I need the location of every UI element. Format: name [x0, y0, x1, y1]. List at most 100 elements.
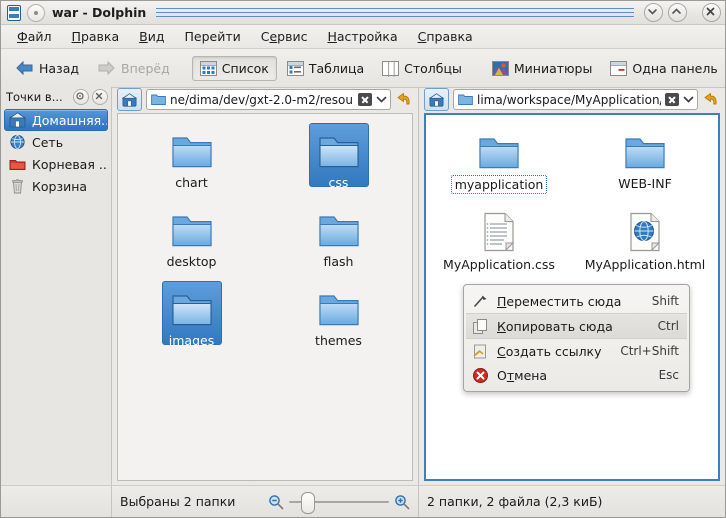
- unshade-button[interactable]: [668, 3, 687, 22]
- undo-icon-right[interactable]: [702, 91, 720, 109]
- places-header: Точки в...: [1, 87, 111, 107]
- status-left: Выбраны 2 папки: [112, 486, 418, 517]
- menu-item-view[interactable]: Вид: [129, 27, 174, 46]
- folder-icon: [315, 126, 363, 170]
- shade-button[interactable]: [644, 3, 663, 22]
- file-label: MyApplication.html: [584, 257, 706, 272]
- menu-label-go: Перейти: [184, 29, 241, 44]
- context-menu-item-link[interactable]: Создать ссылку Ctrl+Shift: [466, 339, 687, 363]
- file-item[interactable]: images: [118, 278, 265, 357]
- folder-icon: [315, 284, 363, 328]
- context-menu-item-cancel[interactable]: Отмена Esc: [466, 363, 687, 387]
- sidebar-label-root: Корневая ...: [32, 156, 108, 172]
- sidebar-label-trash: Корзина: [32, 178, 88, 194]
- sidebar-label-network: Сеть: [32, 134, 64, 150]
- sidebar-item-network[interactable]: Сеть: [4, 131, 108, 153]
- html-file-icon: [621, 208, 669, 252]
- menu-item-help[interactable]: Справка: [408, 27, 483, 46]
- folder-icon: [168, 205, 216, 249]
- url-row-right: lima/workspace/MyApplication/war: [419, 87, 725, 113]
- file-item[interactable]: themes: [265, 278, 412, 357]
- file-label: css: [328, 175, 349, 190]
- url-box-left[interactable]: ne/dima/dev/gxt-2.0-m2/resources: [146, 89, 391, 110]
- file-label: themes: [315, 333, 362, 348]
- places-list: Домашняя... Сеть Корневая ... Корзина: [1, 107, 111, 485]
- menu-bar: Файл Правка Вид Перейти Сервис Настройка…: [1, 25, 725, 49]
- context-menu-item-move[interactable]: Переместить сюда Shift: [466, 289, 687, 313]
- sidebar-label-home: Домашняя...: [32, 112, 108, 128]
- folder-icon-right: [458, 93, 473, 106]
- zoom-controls: [243, 491, 410, 514]
- file-item[interactable]: MyApplication.css: [426, 202, 572, 281]
- file-item[interactable]: desktop: [118, 199, 265, 278]
- file-manager-icon: [5, 4, 23, 22]
- menu-item-go[interactable]: Перейти: [174, 27, 250, 46]
- folder-icon: [168, 284, 216, 328]
- file-label: chart: [175, 175, 208, 190]
- file-grid-left: chart css desktop flash images themes: [118, 114, 412, 357]
- file-item[interactable]: css: [265, 120, 412, 199]
- previews-button[interactable]: Миниатюры: [484, 56, 600, 81]
- places-config-button[interactable]: [73, 89, 89, 105]
- single-panel-button[interactable]: Одна панель: [602, 56, 725, 81]
- context-menu-shortcut-copy: Ctrl: [657, 319, 679, 333]
- file-label: desktop: [166, 254, 217, 269]
- zoom-out-icon[interactable]: [268, 494, 284, 510]
- view-columns-button[interactable]: Столбцы: [374, 56, 470, 81]
- main-toolbar: Назад Вперёд Список Таблица Столбцы Мини…: [1, 49, 725, 88]
- file-label: flash: [323, 254, 354, 269]
- file-item[interactable]: MyApplication.html: [572, 202, 718, 281]
- file-view-left[interactable]: chart css desktop flash images themes: [117, 113, 413, 481]
- split-view-icon: [610, 60, 628, 76]
- clear-url-button-right[interactable]: [665, 93, 679, 106]
- view-list-button[interactable]: Список: [191, 55, 277, 81]
- back-button[interactable]: Назад: [7, 55, 87, 81]
- forward-button[interactable]: Вперёд: [89, 55, 178, 81]
- view-columns-label: Столбцы: [404, 60, 462, 76]
- menu-item-edit[interactable]: Правка: [62, 27, 130, 46]
- arrow-left-icon: [15, 60, 34, 76]
- chevron-down-icon-left[interactable]: [376, 93, 387, 107]
- file-item[interactable]: flash: [265, 199, 412, 278]
- chevron-down-icon-right[interactable]: [683, 93, 694, 107]
- text-file-icon: [475, 208, 523, 252]
- menu-item-file[interactable]: Файл: [7, 27, 62, 46]
- zoom-in-icon[interactable]: [394, 494, 410, 510]
- file-item[interactable]: WEB-INF: [572, 121, 718, 202]
- status-text-left: Выбраны 2 папки: [120, 494, 236, 509]
- status-text-right: 2 папки, 2 файла (2,3 киБ): [427, 494, 603, 509]
- zoom-slider-handle[interactable]: [301, 491, 315, 514]
- context-menu-label-copy: Копировать сюда: [497, 318, 613, 334]
- title-decoration: [156, 7, 634, 19]
- sidebar-item-root[interactable]: Корневая ...: [4, 153, 108, 175]
- move-icon: [472, 293, 489, 310]
- close-button[interactable]: [702, 3, 721, 22]
- menu-label-settings: астройка: [336, 29, 398, 44]
- url-path-left: ne/dima/dev/gxt-2.0-m2/resources: [170, 92, 354, 107]
- view-list-label: Список: [221, 60, 269, 76]
- menu-label-view: ид: [147, 29, 165, 44]
- view-table-label: Таблица: [308, 60, 365, 76]
- url-box-right[interactable]: lima/workspace/MyApplication/war: [453, 89, 698, 110]
- arrow-right-icon: [97, 60, 116, 76]
- clear-url-button-left[interactable]: [358, 93, 372, 106]
- file-item[interactable]: myapplication: [426, 121, 572, 202]
- menu-item-settings[interactable]: Настройка: [317, 27, 407, 46]
- places-close-button[interactable]: [92, 89, 108, 105]
- window-title: war - Dolphin: [52, 5, 147, 20]
- sidebar-item-trash[interactable]: Корзина: [4, 175, 108, 197]
- dolphin-window: war - Dolphin Файл Правка Вид Перейти Се…: [0, 0, 726, 518]
- status-right: 2 папки, 2 файла (2,3 киБ): [418, 486, 725, 517]
- window-menu-button[interactable]: [27, 3, 45, 22]
- context-menu-item-copy[interactable]: Копировать сюда Ctrl: [466, 313, 687, 339]
- file-item[interactable]: chart: [118, 120, 265, 199]
- zoom-slider[interactable]: [289, 491, 389, 514]
- file-label: myapplication: [450, 175, 548, 194]
- view-table-button[interactable]: Таблица: [279, 56, 372, 81]
- sidebar-item-home[interactable]: Домашняя...: [4, 109, 108, 131]
- menu-item-tools[interactable]: Сервис: [251, 27, 318, 46]
- menu-label-edit: равка: [80, 29, 120, 44]
- home-button-right[interactable]: [424, 88, 449, 111]
- undo-icon-left[interactable]: [395, 91, 413, 109]
- home-button-left[interactable]: [117, 88, 142, 111]
